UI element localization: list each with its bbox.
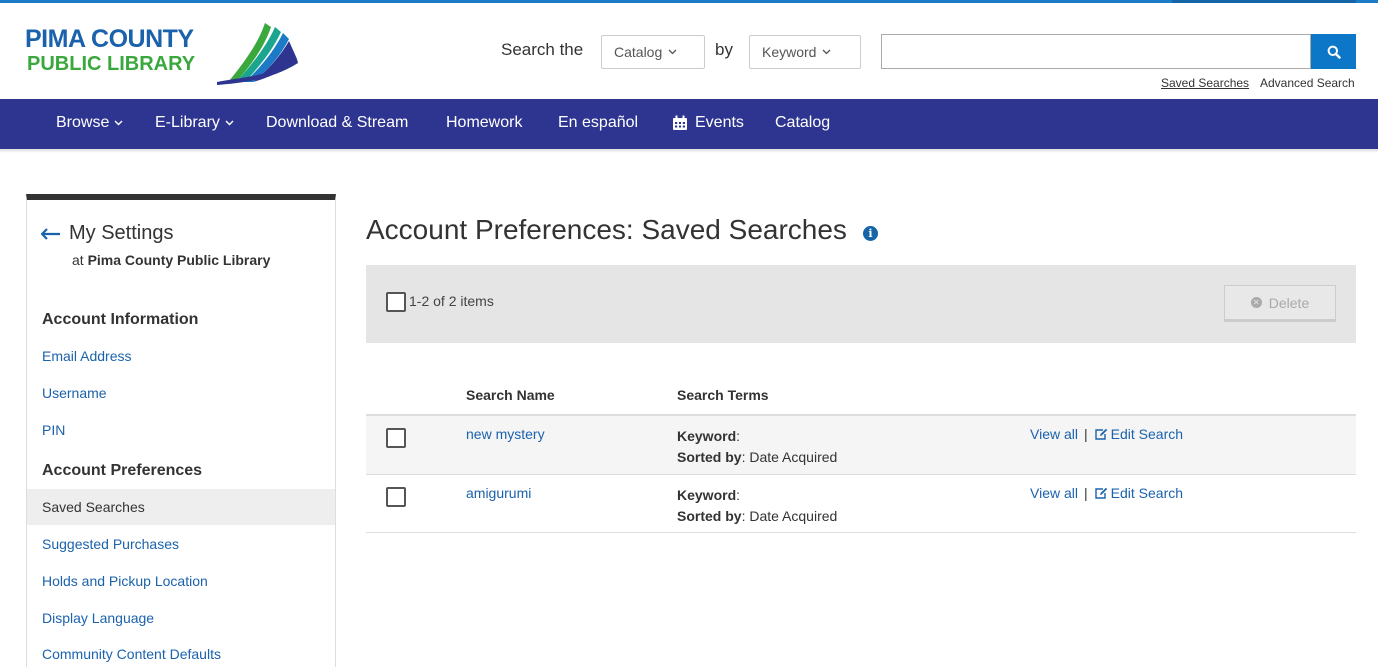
action-separator: | bbox=[1084, 485, 1088, 501]
nav-download-stream[interactable]: Download & Stream bbox=[266, 114, 408, 132]
my-settings-back[interactable]: My Settings bbox=[41, 222, 173, 245]
edit-icon bbox=[1094, 487, 1107, 499]
search-field-select[interactable]: Keyword bbox=[749, 35, 861, 69]
sidebar-item-username[interactable]: Username bbox=[42, 385, 107, 401]
nav-homework[interactable]: Homework bbox=[446, 114, 522, 132]
sorted-by-value: Date Acquired bbox=[749, 449, 838, 465]
select-all-checkbox[interactable] bbox=[386, 292, 406, 312]
chevron-down-icon bbox=[823, 49, 831, 55]
search-field-value: Keyword bbox=[762, 44, 817, 60]
sorted-by-label: Sorted by bbox=[677, 449, 742, 465]
delete-button-label: Delete bbox=[1268, 294, 1310, 311]
delete-button[interactable]: ✕ Delete bbox=[1224, 285, 1336, 322]
search-button[interactable] bbox=[1311, 34, 1356, 69]
search-the-label: Search the bbox=[501, 40, 584, 59]
site-header: PIMA COUNTY PUBLIC LIBRARY Search the Ca… bbox=[0, 3, 1378, 99]
search-icon bbox=[1327, 45, 1341, 59]
nav-homework-label: Homework bbox=[446, 114, 523, 131]
chevron-down-icon bbox=[114, 120, 123, 126]
nav-catalog-label: Catalog bbox=[775, 114, 831, 131]
row-checkbox[interactable] bbox=[386, 428, 406, 448]
sidebar-item-suggested-purchases[interactable]: Suggested Purchases bbox=[42, 536, 179, 552]
sidebar-item-saved-searches-label: Saved Searches bbox=[42, 499, 145, 515]
logo-line2: PUBLIC LIBRARY bbox=[27, 53, 196, 75]
settings-library-name: Pima County Public Library bbox=[87, 252, 271, 268]
keyword-label: Keyword bbox=[677, 428, 737, 444]
nav-catalog[interactable]: Catalog bbox=[775, 114, 830, 132]
library-logo[interactable]: PIMA COUNTY PUBLIC LIBRARY bbox=[25, 19, 305, 89]
edit-search-label: Edit Search bbox=[1110, 485, 1184, 501]
chevron-down-icon bbox=[225, 120, 234, 126]
close-circle-icon: ✕ bbox=[1250, 297, 1262, 308]
sidebar-item-email-address[interactable]: Email Address bbox=[42, 348, 131, 364]
search-scope-value: Catalog bbox=[614, 44, 663, 60]
row-actions: View all | Edit Search bbox=[1030, 426, 1183, 442]
nav-en-espanol-label: En español bbox=[558, 114, 639, 131]
results-toolbar: 1-2 of 2 items ✕ Delete bbox=[366, 265, 1356, 343]
table-row: new mystery Keyword: Sorted by: Date Acq… bbox=[366, 416, 1356, 475]
book-pages-icon bbox=[217, 23, 298, 85]
nav-browse-label: Browse bbox=[56, 114, 110, 131]
nav-events-label: Events bbox=[695, 114, 744, 131]
sidebar-item-saved-searches[interactable]: Saved Searches bbox=[27, 489, 335, 525]
table-row: amigurumi Keyword: Sorted by: Date Acqui… bbox=[366, 475, 1356, 533]
nav-elibrary-label: E-Library bbox=[155, 114, 220, 131]
sidebar-item-display-language[interactable]: Display Language bbox=[42, 610, 154, 626]
row-checkbox[interactable] bbox=[386, 487, 406, 507]
my-settings-title: My Settings bbox=[69, 222, 174, 244]
advanced-search-link[interactable]: Advanced Search bbox=[1260, 76, 1355, 90]
sidebar-item-community-content[interactable]: Community Content Defaults bbox=[42, 646, 221, 662]
column-header-search-name: Search Name bbox=[466, 387, 555, 403]
main-nav: Browse E-Library Download & Stream Homew… bbox=[0, 99, 1378, 149]
edit-search-label: Edit Search bbox=[1110, 426, 1184, 442]
edit-search-link[interactable]: Edit Search bbox=[1094, 485, 1183, 501]
settings-sidebar: My Settings at Pima County Public Librar… bbox=[26, 194, 336, 667]
column-header-search-terms: Search Terms bbox=[677, 387, 769, 403]
sorted-by-value: Date Acquired bbox=[749, 508, 838, 524]
sidebar-item-pin[interactable]: PIN bbox=[42, 422, 65, 438]
search-input[interactable] bbox=[881, 34, 1311, 69]
edit-icon bbox=[1094, 428, 1107, 440]
view-all-link[interactable]: View all bbox=[1030, 426, 1078, 442]
nav-en-espanol[interactable]: En español bbox=[558, 114, 638, 132]
items-count: 1-2 of 2 items bbox=[409, 293, 494, 309]
edit-search-link[interactable]: Edit Search bbox=[1094, 426, 1183, 442]
logo-line1: PIMA COUNTY bbox=[25, 25, 194, 53]
nav-shadow bbox=[0, 149, 1378, 153]
row-actions: View all | Edit Search bbox=[1030, 485, 1183, 501]
sorted-by-label: Sorted by bbox=[677, 508, 742, 524]
settings-library: at Pima County Public Library bbox=[72, 252, 270, 268]
account-preferences-heading: Account Preferences bbox=[42, 462, 203, 479]
settings-at: at bbox=[72, 252, 84, 268]
keyword-label: Keyword bbox=[677, 487, 737, 503]
view-all-link[interactable]: View all bbox=[1030, 485, 1078, 501]
sidebar-item-holds-pickup[interactable]: Holds and Pickup Location bbox=[42, 573, 208, 589]
search-terms: Keyword: Sorted by: Date Acquired bbox=[677, 487, 838, 524]
nav-download-stream-label: Download & Stream bbox=[266, 114, 409, 131]
search-scope-select[interactable]: Catalog bbox=[601, 35, 705, 69]
search-terms: Keyword: Sorted by: Date Acquired bbox=[677, 428, 838, 465]
nav-browse[interactable]: Browse bbox=[56, 114, 123, 132]
page-title-text: Account Preferences: Saved Searches bbox=[366, 214, 847, 245]
search-name-link[interactable]: amigurumi bbox=[466, 485, 531, 501]
action-separator: | bbox=[1084, 426, 1088, 442]
info-icon[interactable]: i bbox=[862, 225, 878, 241]
saved-searches-link[interactable]: Saved Searches bbox=[1161, 76, 1249, 90]
search-by-label: by bbox=[715, 40, 733, 59]
page-title: Account Preferences: Saved Searches i bbox=[366, 214, 878, 246]
chevron-down-icon bbox=[668, 49, 677, 55]
calendar-icon bbox=[673, 115, 687, 130]
nav-events[interactable]: Events bbox=[672, 114, 744, 132]
account-information-heading: Account Information bbox=[42, 311, 199, 328]
nav-elibrary[interactable]: E-Library bbox=[155, 114, 234, 132]
arrow-left-icon bbox=[41, 227, 60, 240]
search-name-link[interactable]: new mystery bbox=[466, 426, 545, 442]
